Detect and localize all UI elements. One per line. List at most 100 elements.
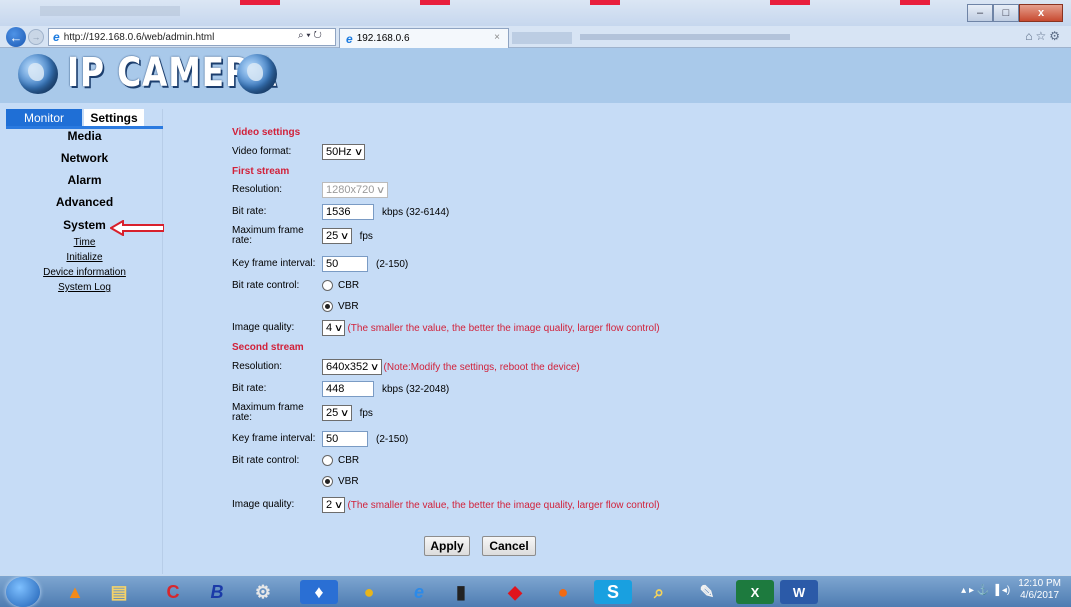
- new-tab-ghost[interactable]: [512, 32, 572, 44]
- cbr-label: CBR: [338, 280, 360, 291]
- first-frame-rate-select[interactable]: 25 ∨: [322, 228, 352, 244]
- row-first-resolution: Resolution: 1280x720 ∨: [232, 182, 388, 198]
- submenu-initialize[interactable]: Initialize: [6, 252, 163, 263]
- page: IP CAMERA Monitor Settings Media Network…: [0, 48, 1071, 575]
- key-frame-label: Key frame interval:: [232, 433, 316, 444]
- ccleaner-icon[interactable]: C: [154, 580, 192, 604]
- chrome-icon[interactable]: ●: [350, 580, 388, 604]
- file-explorer-icon[interactable]: ▤: [100, 580, 138, 604]
- red-stripe: [770, 0, 810, 5]
- cbr-label: CBR: [338, 455, 360, 466]
- row-first-frame-rate: Maximum frame rate: 25 ∨ fps: [232, 226, 373, 246]
- red-diamond-app-icon[interactable]: ◆: [496, 580, 534, 604]
- start-button[interactable]: [6, 577, 40, 607]
- sidebar-item-media[interactable]: Media: [6, 129, 163, 143]
- submenu-time[interactable]: Time: [6, 237, 163, 248]
- search-app-icon[interactable]: ⌕: [640, 580, 678, 604]
- section-video-settings: Video settings: [232, 127, 301, 138]
- row-second-image-quality: Image quality: 2 ∨ (The smaller the value…: [232, 497, 660, 513]
- home-favorites-settings-icons[interactable]: ⌂☆⚙: [1025, 29, 1063, 43]
- resolution-label: Resolution:: [232, 361, 283, 372]
- bit-rate-control-label: Bit rate control:: [232, 454, 300, 466]
- second-resolution-select[interactable]: 640x352 ∨: [322, 359, 382, 375]
- row-first-bit-rate: Bit rate: 1536 kbps (32-6144): [232, 204, 449, 220]
- fps-label: fps: [359, 407, 373, 419]
- internet-explorer-icon[interactable]: e: [400, 580, 438, 604]
- row-second-bit-rate: Bit rate: 448 kbps (32-2048): [232, 381, 449, 397]
- clock[interactable]: 12:10 PM 4/6/2017: [1018, 578, 1061, 602]
- back-button[interactable]: ←: [6, 27, 26, 47]
- search-refresh-icons[interactable]: ⌕ ▾ ↻: [298, 30, 322, 41]
- minimize-button[interactable]: –: [967, 4, 993, 22]
- close-button[interactable]: x: [1019, 4, 1063, 22]
- sidebar: Monitor Settings Media Network Alarm Adv…: [6, 109, 165, 574]
- image-quality-label: Image quality:: [232, 499, 295, 510]
- b-app-icon[interactable]: B: [198, 580, 236, 604]
- tab-monitor[interactable]: Monitor: [6, 109, 82, 126]
- firefox-icon[interactable]: ●: [544, 580, 582, 604]
- settings-form: Video settings Video format: 50Hz ∨ First…: [164, 109, 1071, 575]
- first-key-frame-input[interactable]: 50: [322, 256, 368, 272]
- first-image-quality-select[interactable]: 4 ∨: [322, 320, 346, 336]
- apply-button[interactable]: Apply: [424, 536, 470, 556]
- row-second-key-frame: Key frame interval: 50 (2-150): [232, 431, 408, 447]
- row-first-bit-rate-control: Bit rate control: CBR: [232, 280, 359, 291]
- fps-label: fps: [359, 230, 373, 242]
- excel-icon[interactable]: X: [736, 580, 774, 604]
- key-frame-hint: (2-150): [376, 433, 409, 445]
- first-resolution-select: 1280x720 ∨: [322, 182, 388, 198]
- sidebar-item-alarm[interactable]: Alarm: [6, 173, 163, 187]
- image-quality-label: Image quality:: [232, 322, 295, 333]
- first-cbr-radio[interactable]: [322, 280, 333, 291]
- browser-navbar: ← → e http://192.168.0.6/web/admin.html …: [0, 26, 1071, 48]
- bit-rate-label: Bit rate:: [232, 383, 267, 394]
- maximize-button[interactable]: □: [993, 4, 1019, 22]
- chevron-down-icon: ∨: [334, 499, 344, 511]
- image-quality-note: (The smaller the value, the better the i…: [347, 499, 660, 511]
- banner: IP CAMERA: [0, 48, 1071, 103]
- row-second-frame-rate: Maximum frame rate: 25 ∨ fps: [232, 403, 373, 423]
- first-bit-rate-input[interactable]: 1536: [322, 204, 374, 220]
- second-cbr-radio[interactable]: [322, 455, 333, 466]
- row-first-vbr: VBR: [322, 301, 359, 312]
- clock-time: 12:10 PM: [1018, 578, 1061, 589]
- second-vbr-radio[interactable]: [322, 476, 333, 487]
- window-titlebar: – □ x: [0, 0, 1071, 26]
- first-vbr-radio[interactable]: [322, 301, 333, 312]
- submenu-device-information[interactable]: Device information: [6, 267, 163, 278]
- second-frame-rate-select[interactable]: 25 ∨: [322, 405, 352, 421]
- forward-button[interactable]: →: [28, 29, 44, 45]
- key-frame-label: Key frame interval:: [232, 258, 316, 269]
- tab-close-icon[interactable]: ×: [494, 32, 500, 43]
- tab-title: 192.168.0.6: [356, 33, 410, 44]
- taskbar: ▲ ▤ C B ⚙ ♦ ● e ▮ ◆ ● S ⌕ ✎ X W ▴ ▸ ⚓ ▐ …: [0, 575, 1071, 607]
- resolution-note: (Note:Modify the settings, reboot the de…: [383, 361, 580, 373]
- phone-app-icon[interactable]: ▮: [442, 580, 480, 604]
- sidebar-item-advanced[interactable]: Advanced: [6, 195, 163, 209]
- paint-icon[interactable]: ✎: [688, 580, 726, 604]
- key-frame-hint: (2-150): [376, 258, 409, 270]
- chevron-down-icon: ∨: [353, 146, 364, 158]
- tab-settings[interactable]: Settings: [84, 109, 144, 126]
- second-bit-rate-input[interactable]: 448: [322, 381, 374, 397]
- second-image-quality-select[interactable]: 2 ∨: [322, 497, 346, 513]
- cancel-button[interactable]: Cancel: [482, 536, 536, 556]
- window-controls: – □ x: [967, 4, 1063, 22]
- dropbox-icon[interactable]: ♦: [300, 580, 338, 604]
- skype-icon[interactable]: S: [594, 580, 632, 604]
- max-frame-rate-label: Maximum frame rate:: [232, 402, 304, 423]
- second-key-frame-input[interactable]: 50: [322, 431, 368, 447]
- sidebar-item-network[interactable]: Network: [6, 151, 163, 165]
- clock-date: 4/6/2017: [1020, 590, 1060, 601]
- video-format-select[interactable]: 50Hz ∨: [322, 144, 366, 160]
- chevron-down-icon: ∨: [340, 407, 350, 419]
- word-icon[interactable]: W: [780, 580, 818, 604]
- address-bar[interactable]: e http://192.168.0.6/web/admin.html: [48, 28, 336, 46]
- ie-logo-icon: e: [53, 30, 60, 44]
- tray-icons[interactable]: ▴ ▸ ⚓ ▐ ◂): [961, 585, 1010, 596]
- browser-tab[interactable]: e 192.168.0.6 ×: [339, 28, 509, 48]
- vlc-icon[interactable]: ▲: [56, 580, 94, 604]
- max-frame-rate-label: Maximum frame rate:: [232, 225, 304, 246]
- settings-app-icon[interactable]: ⚙: [244, 580, 282, 604]
- submenu-system-log[interactable]: System Log: [6, 282, 163, 293]
